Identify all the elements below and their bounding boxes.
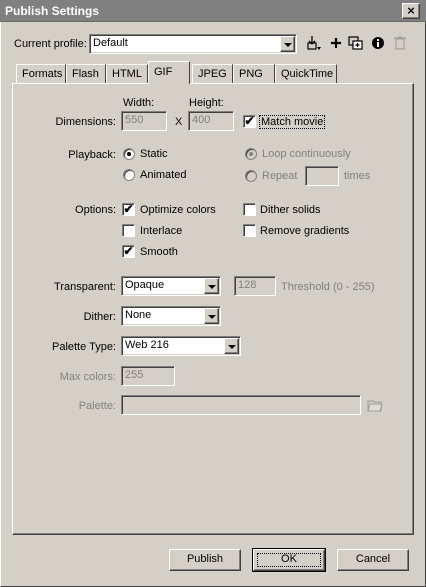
tab-html[interactable]: HTML [106,64,148,83]
info-icon [372,37,384,49]
tab-quicktime[interactable]: QuickTime [275,64,337,83]
gif-settings-panel [12,83,414,535]
delete-profile-icon [394,36,406,50]
profile-dropdown[interactable]: Default [89,34,297,54]
tab-jpeg[interactable]: JPEG [192,64,233,83]
add-profile-button[interactable] [326,34,346,54]
close-button[interactable]: × [402,3,420,19]
ok-button[interactable]: OK [252,548,326,572]
cancel-button[interactable]: Cancel [337,549,409,571]
window-title: Publish Settings [5,4,100,18]
duplicate-profile-button[interactable] [346,34,366,54]
delete-profile-button[interactable] [390,34,410,54]
tab-formats[interactable]: Formats [16,64,66,83]
info-button[interactable] [368,34,388,54]
current-profile-label: Current profile: [14,38,87,50]
tab-png[interactable]: PNG [233,64,275,83]
add-profile-icon [331,38,341,48]
tab-gif[interactable]: GIF [148,61,190,84]
profile-value: Default [93,37,128,49]
publish-button[interactable]: Publish [169,549,241,571]
import-export-icon [307,36,321,50]
close-icon: × [407,3,415,18]
chevron-down-icon[interactable] [280,36,295,52]
import-export-button[interactable] [304,34,324,54]
duplicate-profile-icon [348,36,363,50]
tab-flash[interactable]: Flash [66,64,106,83]
